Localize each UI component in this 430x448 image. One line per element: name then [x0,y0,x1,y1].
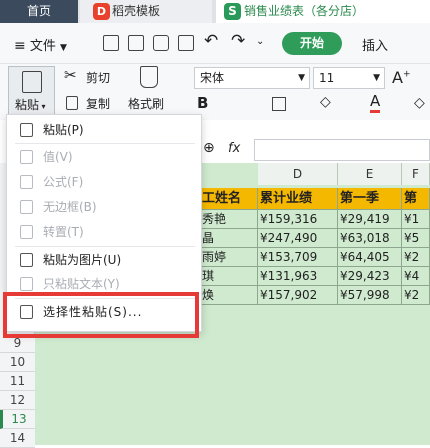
chevron-down-icon: ▼ [60,43,67,53]
row-number[interactable]: 11 [0,372,35,391]
increase-font-icon[interactable]: A+ [392,68,411,87]
paste-transpose-icon [20,225,33,239]
eraser-icon[interactable]: ◇ [414,95,425,111]
menu-item-paste[interactable]: 粘贴(P) [7,119,201,141]
table-cell[interactable]: 秀艳 [200,210,258,229]
menu-item-label: 只粘贴文本(Y) [43,277,120,291]
menu-item-label: 粘贴为图片(U) [43,253,122,267]
column-header-f[interactable]: F [402,163,430,185]
menu-item-label: 公式(F) [43,175,84,189]
font-name-select[interactable]: 宋体 ▼ [194,67,310,89]
table-cell[interactable]: ¥157,902 [258,286,338,305]
export-pdf-icon[interactable] [128,35,144,51]
copy-icon[interactable] [66,96,78,110]
paste-label: 粘贴 ▾ [15,98,46,112]
paste-no-borders-icon [20,200,33,214]
highlight-box [3,292,199,338]
table-cell[interactable]: 雨婷 [200,248,258,267]
docer-logo-icon: D [93,3,110,20]
menu-item-paste-as-picture[interactable]: 粘贴为图片(U) [7,249,201,271]
format-painter-icon[interactable] [140,66,158,88]
save-icon[interactable] [103,35,119,51]
tab-label: 销售业绩表（各分店） [244,4,365,18]
menu-item-paste-no-borders[interactable]: 无边框(B) [7,196,201,218]
print-icon[interactable] [153,35,169,51]
table-cell[interactable]: ¥29,419 [338,210,402,229]
table-cell[interactable]: ¥131,963 [258,267,338,286]
font-color-icon[interactable]: A [370,92,381,113]
table-cell[interactable]: ¥2 [402,286,430,305]
tab-home-label: 首页 [26,4,51,18]
table-cell[interactable]: ¥1 [402,210,430,229]
row-number[interactable]: 10 [0,353,35,372]
font-size-select[interactable]: 11 ▼ [313,67,385,89]
tab-start[interactable]: 开始 [282,32,342,55]
tab-label: 稻壳模板 [112,4,161,18]
paste-picture-icon [20,253,33,267]
cut-label[interactable]: 剪切 [86,69,110,86]
menu-item-paste-formulas[interactable]: 公式(F) [7,171,201,193]
row-number-active[interactable]: 13 [0,410,35,429]
table-cell[interactable]: ¥57,998 [338,286,402,305]
zoom-icon[interactable]: ⊕ [203,140,215,156]
tab-bar: 首页 稻壳模板 D 销售业绩表（各分店） S [0,0,430,23]
paste-formulas-icon [20,175,33,189]
table-header-cell[interactable]: 累计业绩 [258,188,338,210]
paste-text-icon [20,277,33,291]
tab-sales-workbook[interactable]: 销售业绩表（各分店） [216,0,430,23]
tab-home[interactable]: 首页 [0,0,78,23]
hamburger-icon: ≡ [14,38,26,54]
redo-icon[interactable]: ↷ [231,31,245,51]
menu-item-paste-transpose[interactable]: 转置(T) [7,221,201,243]
table-cell[interactable]: ¥5 [402,229,430,248]
table-cell[interactable]: ¥4 [402,267,430,286]
menu-bar: ≡ 文件 ▼ ↶ ↷ ⌄ 开始 插入 [0,23,430,64]
paste-values-icon [20,150,33,164]
borders-icon[interactable] [272,97,286,111]
divider [15,143,195,144]
fx-icon[interactable]: fx [228,141,240,156]
file-menu-label: 文件 [29,39,56,54]
scissors-icon[interactable]: ✂ [64,66,77,84]
column-header-e[interactable]: E [338,163,402,185]
table-header-cell[interactable]: 第 [402,188,430,210]
fill-color-icon[interactable]: ◇ [320,94,331,110]
bold-icon[interactable]: B [197,94,208,112]
paste-icon [20,123,33,137]
table-cell[interactable]: 琪 [200,267,258,286]
table-cell[interactable]: ¥247,490 [258,229,338,248]
divider [15,246,195,247]
menu-item-label: 转置(T) [43,225,84,239]
table-cell[interactable]: ¥2 [402,248,430,267]
clipboard-icon [22,71,42,93]
menu-item-label: 粘贴(P) [43,123,84,137]
undo-icon[interactable]: ↶ [204,31,218,51]
menu-item-paste-values[interactable]: 值(V) [7,146,201,168]
table-cell[interactable]: ¥153,709 [258,248,338,267]
table-header-cell[interactable]: 第一季 [338,188,402,210]
row-number[interactable]: 12 [0,391,35,410]
table-cell[interactable]: 晶 [200,229,258,248]
print-preview-icon[interactable] [178,35,194,51]
table-cell[interactable]: ¥64,405 [338,248,402,267]
spreadsheet-logo-icon: S [224,3,241,20]
row-number[interactable]: 14 [0,429,35,448]
table-cell[interactable]: ¥159,316 [258,210,338,229]
table-header-cell[interactable]: 工姓名 [200,188,258,210]
column-header-d[interactable]: D [258,163,338,185]
menu-item-label: 无边框(B) [43,200,97,214]
format-painter-label[interactable]: 格式刷 [128,95,164,112]
formula-input[interactable] [254,139,430,161]
chevron-down-icon[interactable]: ⌄ [256,36,264,47]
paste-button[interactable]: 粘贴 ▾ [8,66,55,116]
table-cell[interactable]: 焕 [200,286,258,305]
formula-bar: ⊕ fx [200,137,430,163]
copy-label[interactable]: 复制 [86,95,110,112]
table-cell[interactable]: ¥29,423 [338,267,402,286]
file-menu[interactable]: ≡ 文件 ▼ [14,35,67,54]
ribbon: 粘贴 ▾ ✂ 剪切 复制 格式刷 宋体 ▼ 11 ▼ A+ B ◇ A ◇ [0,64,430,120]
menu-item-label: 值(V) [43,150,73,164]
tab-insert[interactable]: 插入 [362,35,388,54]
table-cell[interactable]: ¥63,018 [338,229,402,248]
